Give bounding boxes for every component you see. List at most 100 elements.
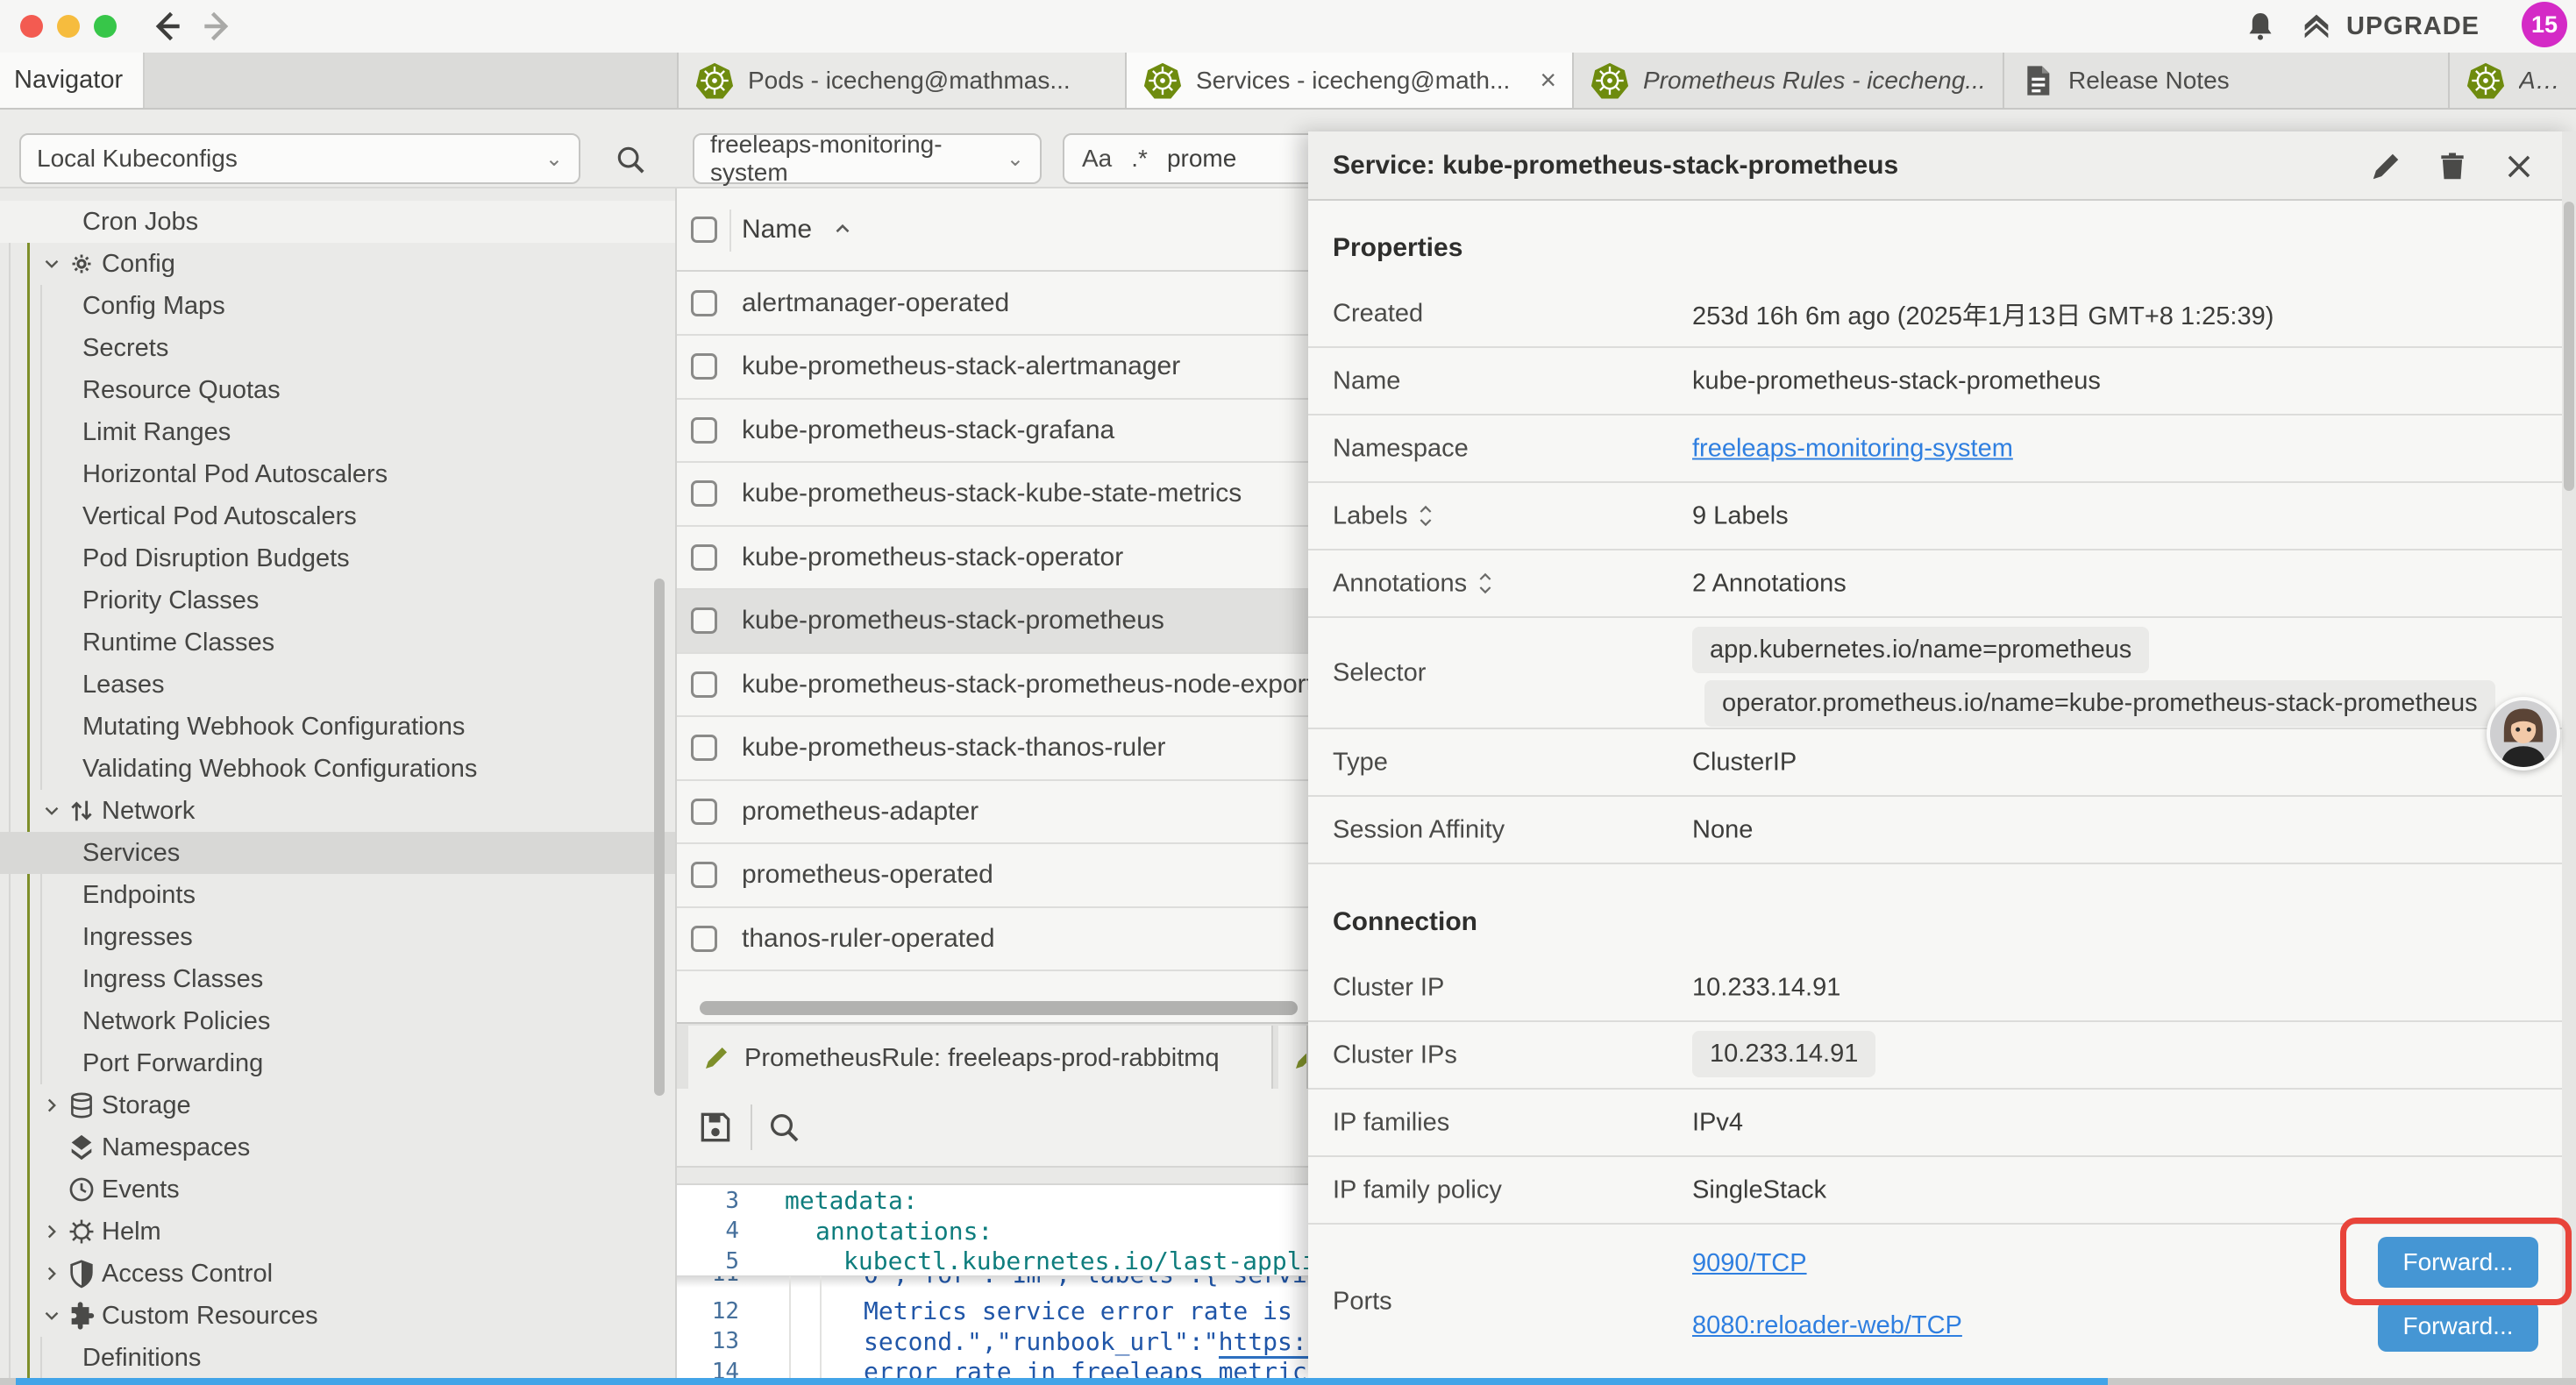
close-icon[interactable]: [2502, 150, 2536, 183]
sidebar-item-storage[interactable]: Storage: [0, 1084, 677, 1126]
tab-prometheus-rules-icecheng[interactable]: Prometheus Rules - icecheng...: [1572, 53, 2003, 108]
table-row[interactable]: kube-prometheus-stack-grafana: [677, 399, 1308, 463]
port-link[interactable]: 9090/TCP: [1692, 1249, 1807, 1278]
tab-release-notes[interactable]: Release Notes: [2003, 53, 2448, 108]
namespace-selector[interactable]: freeleaps-monitoring-system ⌄: [693, 133, 1042, 184]
yaml-editor[interactable]: 3metadata:4annotations:5kubectl.kubernet…: [677, 1185, 1308, 1378]
sidebar-item-port-forwarding[interactable]: Port Forwarding: [0, 1042, 677, 1084]
sidebar-item-ingress-classes[interactable]: Ingress Classes: [0, 958, 677, 1000]
editor-tab-prometheusrule[interactable]: PrometheusRule: freeleaps-prod-rabbitmq: [688, 1026, 1273, 1090]
chevron-down-icon[interactable]: [40, 252, 63, 275]
sidebar-item-custom-resources[interactable]: Custom Resources: [0, 1295, 677, 1337]
row-checkbox[interactable]: [691, 480, 717, 507]
sidebar-item-mutating-webhook-configurations[interactable]: Mutating Webhook Configurations: [0, 706, 677, 748]
expander-icon[interactable]: [1477, 571, 1493, 597]
row-checkbox[interactable]: [691, 417, 717, 444]
sidebar-item-vertical-pod-autoscalers[interactable]: Vertical Pod Autoscalers: [0, 495, 677, 537]
forward-icon[interactable]: [198, 7, 237, 46]
bell-icon[interactable]: [2243, 9, 2278, 44]
sidebar-item-leases[interactable]: Leases: [0, 664, 677, 706]
user-avatar[interactable]: [2487, 697, 2560, 771]
panel-scrollbar-thumb[interactable]: [2564, 202, 2574, 491]
table-row[interactable]: kube-prometheus-stack-operator: [677, 526, 1308, 590]
row-checkbox[interactable]: [691, 671, 717, 698]
sidebar-item-config-maps[interactable]: Config Maps: [0, 285, 677, 327]
table-hscrollbar-thumb[interactable]: [700, 1001, 1298, 1015]
tab-services-icecheng-math[interactable]: Services - icecheng@math...×: [1125, 53, 1572, 108]
navigator-tab[interactable]: Navigator: [0, 53, 145, 108]
sidebar-item-network-policies[interactable]: Network Policies: [0, 1000, 677, 1042]
row-checkbox[interactable]: [691, 799, 717, 825]
sidebar-item-priority-classes[interactable]: Priority Classes: [0, 579, 677, 621]
minimize-window-button[interactable]: [57, 15, 80, 38]
port-link[interactable]: 8080:reloader-web/TCP: [1692, 1311, 1962, 1340]
chevron-right-icon[interactable]: [40, 1094, 63, 1117]
row-checkbox[interactable]: [691, 290, 717, 316]
sidebar-item-definitions[interactable]: Definitions: [0, 1337, 677, 1378]
sidebar-item-resource-quotas[interactable]: Resource Quotas: [0, 369, 677, 411]
notification-badge[interactable]: 15: [2522, 2, 2567, 47]
edit-icon[interactable]: [2369, 150, 2402, 183]
table-row[interactable]: thanos-ruler-operated: [677, 907, 1308, 971]
row-checkbox[interactable]: [691, 926, 717, 952]
name-column-header[interactable]: Name: [742, 215, 812, 245]
panel-scrollbar-track[interactable]: [2562, 131, 2576, 1378]
upgrade-icon[interactable]: [2299, 9, 2334, 44]
chevron-down-icon[interactable]: [40, 1304, 63, 1327]
sidebar-item-events[interactable]: Events: [0, 1168, 677, 1211]
close-window-button[interactable]: [20, 15, 43, 38]
sidebar-item-ingresses[interactable]: Ingresses: [0, 916, 677, 958]
table-row[interactable]: alertmanager-operated: [677, 272, 1308, 336]
sidebar-item-limit-ranges[interactable]: Limit Ranges: [0, 411, 677, 453]
sidebar-item-services[interactable]: Services: [0, 832, 677, 874]
table-row[interactable]: kube-prometheus-stack-alertmanager: [677, 336, 1308, 400]
upgrade-label[interactable]: UPGRADE: [2346, 12, 2480, 41]
table-row[interactable]: prometheus-adapter: [677, 780, 1308, 844]
table-row[interactable]: prometheus-operated: [677, 844, 1308, 908]
table-row[interactable]: kube-prometheus-stack-kube-state-metrics: [677, 463, 1308, 527]
zoom-window-button[interactable]: [94, 15, 117, 38]
row-checkbox[interactable]: [691, 862, 717, 888]
forward-button[interactable]: Forward...: [2378, 1301, 2538, 1352]
row-checkbox[interactable]: [691, 544, 717, 571]
sidebar-search-icon[interactable]: [614, 143, 647, 176]
table-row[interactable]: kube-prometheus-stack-prometheus: [677, 590, 1308, 654]
sidebar-item-secrets[interactable]: Secrets: [0, 327, 677, 369]
table-row[interactable]: kube-prometheus-stack-thanos-ruler: [677, 717, 1308, 781]
chevron-down-icon[interactable]: [40, 799, 63, 822]
tab-argo-se[interactable]: Argo Se: [2448, 53, 2576, 108]
sidebar-item-cron-jobs[interactable]: Cron Jobs: [0, 201, 677, 243]
sidebar-item-pod-disruption-budgets[interactable]: Pod Disruption Budgets: [0, 537, 677, 579]
select-all-checkbox[interactable]: [691, 217, 717, 243]
chevron-right-icon[interactable]: [40, 1262, 63, 1285]
kubeconfig-selector[interactable]: Local Kubeconfigs ⌄: [19, 133, 580, 184]
tab-close-icon[interactable]: ×: [1540, 64, 1556, 96]
sidebar-scrollbar-thumb[interactable]: [654, 579, 665, 1096]
sidebar-item-runtime-classes[interactable]: Runtime Classes: [0, 621, 677, 664]
row-checkbox[interactable]: [691, 607, 717, 634]
sidebar-item-namespaces[interactable]: Namespaces: [0, 1126, 677, 1168]
sidebar-item-endpoints[interactable]: Endpoints: [0, 874, 677, 916]
expander-icon[interactable]: [1418, 503, 1434, 529]
sidebar-item-validating-webhook-configurations[interactable]: Validating Webhook Configurations: [0, 748, 677, 790]
save-icon[interactable]: [696, 1108, 735, 1147]
sidebar-item-access-control[interactable]: Access Control: [0, 1253, 677, 1295]
sidebar-item-helm[interactable]: Helm: [0, 1211, 677, 1253]
regex-toggle[interactable]: .*: [1131, 145, 1148, 173]
editor-tab-partial[interactable]: [1278, 1026, 1308, 1090]
chevron-right-icon[interactable]: [40, 1220, 63, 1243]
runbook-url-link[interactable]: https://net: [1219, 1327, 1308, 1359]
sidebar-item-network[interactable]: Network: [0, 790, 677, 832]
match-case-toggle[interactable]: Aa: [1082, 145, 1112, 173]
delete-icon[interactable]: [2436, 150, 2469, 183]
sidebar-item-config[interactable]: Config: [0, 243, 677, 285]
tab-pods-icecheng-mathmas[interactable]: Pods - icecheng@mathmas...: [677, 53, 1125, 108]
namespace-link[interactable]: freeleaps-monitoring-system: [1692, 434, 2013, 463]
row-checkbox[interactable]: [691, 735, 717, 761]
back-icon[interactable]: [147, 7, 186, 46]
sort-ascending-icon[interactable]: [831, 218, 854, 241]
table-row[interactable]: kube-prometheus-stack-prometheus-node-ex…: [677, 653, 1308, 717]
editor-search-icon[interactable]: [766, 1110, 801, 1145]
row-checkbox[interactable]: [691, 353, 717, 380]
sidebar-item-horizontal-pod-autoscalers[interactable]: Horizontal Pod Autoscalers: [0, 453, 677, 495]
